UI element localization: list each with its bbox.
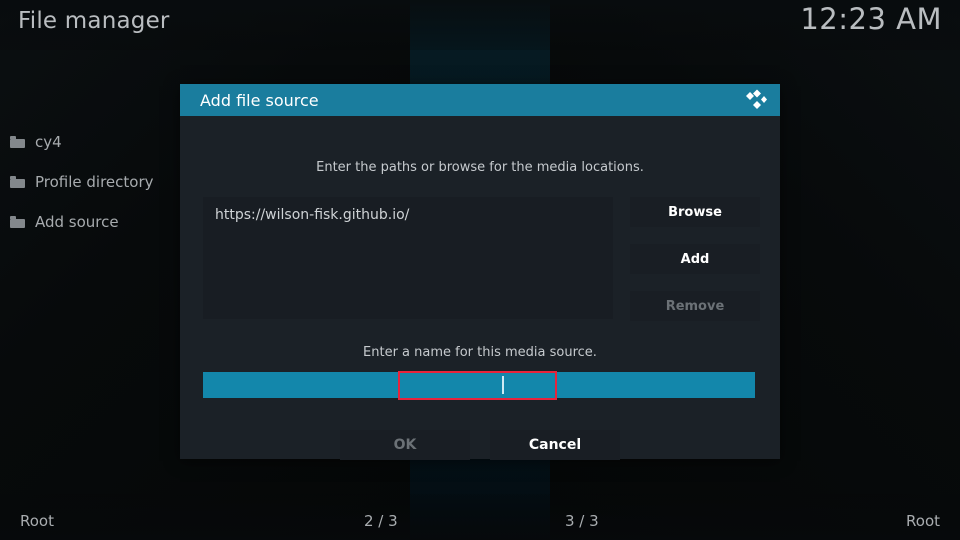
footer-right-counter: 3 / 3 — [565, 512, 599, 530]
clock: 12:23 AM — [800, 2, 942, 36]
footer-right-path: Root — [906, 512, 940, 530]
text-caret — [502, 376, 504, 394]
media-source-name-input[interactable] — [203, 372, 755, 398]
folder-icon — [10, 136, 25, 148]
path-list-item[interactable]: https://wilson-fisk.github.io/ — [215, 207, 601, 223]
path-list-box[interactable]: https://wilson-fisk.github.io/ — [203, 197, 613, 319]
sidebar-item-cy4[interactable]: cy4 — [0, 122, 180, 162]
sidebar-item-add-source[interactable]: Add source — [0, 202, 180, 242]
sidebar-item-profile-directory[interactable]: Profile directory — [0, 162, 180, 202]
background-bottom-band — [0, 494, 960, 540]
footer-left-path: Root — [20, 512, 54, 530]
sidebar-item-label: Profile directory — [35, 173, 154, 191]
dialog-body: Enter the paths or browse for the media … — [180, 116, 780, 460]
add-file-source-dialog: Add file source Enter the paths or brows… — [180, 84, 780, 460]
cancel-button[interactable]: Cancel — [490, 430, 620, 460]
ok-button: OK — [340, 430, 470, 460]
folder-icon — [10, 176, 25, 188]
footer-left-counter: 2 / 3 — [364, 512, 398, 530]
add-button[interactable]: Add — [630, 244, 760, 274]
browse-button[interactable]: Browse — [630, 197, 760, 227]
sidebar-item-label: cy4 — [35, 133, 62, 151]
kodi-screen: File manager 12:23 AM cy4 Profile direct… — [0, 0, 960, 540]
remove-button: Remove — [630, 291, 760, 321]
dialog-header: Add file source — [180, 84, 780, 116]
page-title: File manager — [18, 8, 170, 34]
folder-icon — [10, 216, 25, 228]
dialog-title: Add file source — [200, 90, 319, 110]
paths-hint-label: Enter the paths or browse for the media … — [316, 160, 644, 175]
kodi-logo-icon — [744, 89, 768, 111]
sidebar-item-label: Add source — [35, 213, 119, 231]
file-list-sidebar: cy4 Profile directory Add source — [0, 122, 180, 242]
name-hint-label: Enter a name for this media source. — [363, 345, 597, 360]
